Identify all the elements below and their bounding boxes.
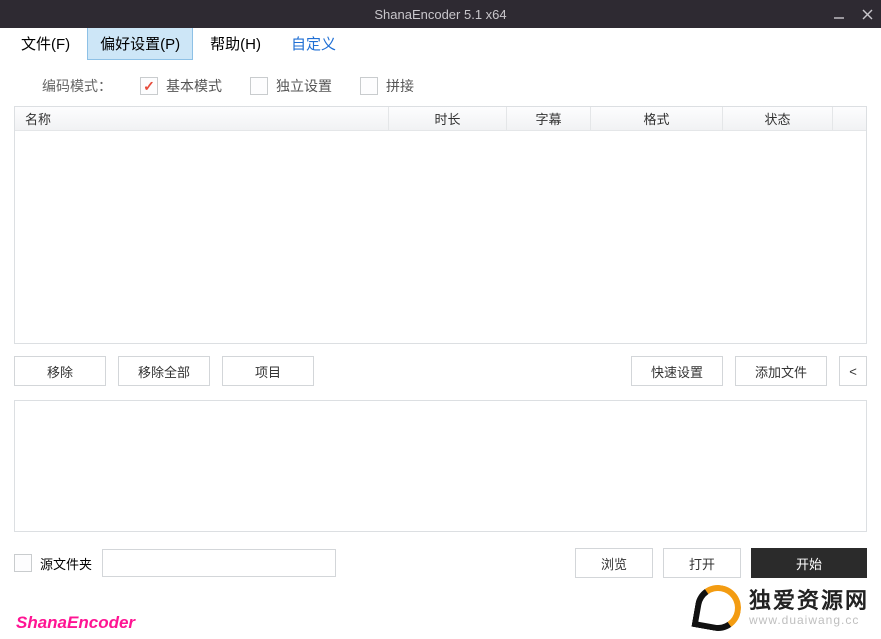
menu-prefs[interactable]: 偏好设置(P) <box>87 27 193 60</box>
minimize-icon <box>833 8 845 20</box>
source-folder-checkbox[interactable]: 源文件夹 <box>14 554 92 573</box>
checkbox-empty-icon <box>250 77 268 95</box>
checkbox-empty-icon <box>360 77 378 95</box>
close-button[interactable] <box>853 0 881 28</box>
watermark-url: www.duaiwang.cc <box>749 614 869 627</box>
mode-basic-checkbox[interactable]: ✓ 基本模式 <box>140 76 222 96</box>
remove-button[interactable]: 移除 <box>14 356 106 386</box>
toggle-sidebar-button[interactable]: < <box>839 356 867 386</box>
watermark: 独爱资源网 www.duaiwang.cc <box>695 585 869 631</box>
quick-settings-button[interactable]: 快速设置 <box>631 356 723 386</box>
minimize-button[interactable] <box>825 0 853 28</box>
project-button[interactable]: 项目 <box>222 356 314 386</box>
watermark-cn: 独爱资源网 <box>749 589 869 613</box>
start-button[interactable]: 开始 <box>751 548 867 578</box>
mode-independent-checkbox[interactable]: 独立设置 <box>250 76 332 96</box>
mode-basic-label: 基本模式 <box>166 76 222 96</box>
output-path-input[interactable] <box>102 549 336 577</box>
checkmark-icon: ✓ <box>140 77 158 95</box>
window-title: ShanaEncoder 5.1 x64 <box>0 7 881 22</box>
file-list-panel: 名称 时长 字幕 格式 状态 <box>14 106 867 344</box>
col-status[interactable]: 状态 <box>723 107 833 130</box>
mode-independent-label: 独立设置 <box>276 76 332 96</box>
menu-file[interactable]: 文件(F) <box>8 27 83 60</box>
encoding-mode-row: 编码模式： ✓ 基本模式 独立设置 拼接 <box>14 68 867 106</box>
col-name[interactable]: 名称 <box>15 107 389 130</box>
menubar: 文件(F) 偏好设置(P) 帮助(H) 自定义 <box>0 28 881 60</box>
mode-concat-checkbox[interactable]: 拼接 <box>360 76 414 96</box>
brand-label: ShanaEncoder <box>16 613 135 633</box>
close-icon <box>862 9 873 20</box>
open-button[interactable]: 打开 <box>663 548 741 578</box>
col-format[interactable]: 格式 <box>591 107 723 130</box>
file-list-body[interactable] <box>15 131 866 343</box>
watermark-logo-icon <box>695 585 741 631</box>
info-panel <box>14 400 867 532</box>
checkbox-empty-icon <box>14 554 32 572</box>
browse-button[interactable]: 浏览 <box>575 548 653 578</box>
list-actions-row: 移除 移除全部 项目 快速设置 添加文件 < <box>14 344 867 386</box>
add-file-button[interactable]: 添加文件 <box>735 356 827 386</box>
menu-custom[interactable]: 自定义 <box>278 27 349 60</box>
col-spacer <box>833 107 866 130</box>
col-duration[interactable]: 时长 <box>389 107 507 130</box>
output-row: 源文件夹 浏览 打开 开始 <box>14 532 867 578</box>
window-controls <box>825 0 881 28</box>
mode-concat-label: 拼接 <box>386 76 414 96</box>
file-list-header: 名称 时长 字幕 格式 状态 <box>15 107 866 131</box>
col-subtitle[interactable]: 字幕 <box>507 107 591 130</box>
remove-all-button[interactable]: 移除全部 <box>118 356 210 386</box>
menu-help[interactable]: 帮助(H) <box>197 27 274 60</box>
titlebar: ShanaEncoder 5.1 x64 <box>0 0 881 28</box>
source-folder-label: 源文件夹 <box>40 554 92 573</box>
encoding-mode-label: 编码模式： <box>42 76 112 96</box>
